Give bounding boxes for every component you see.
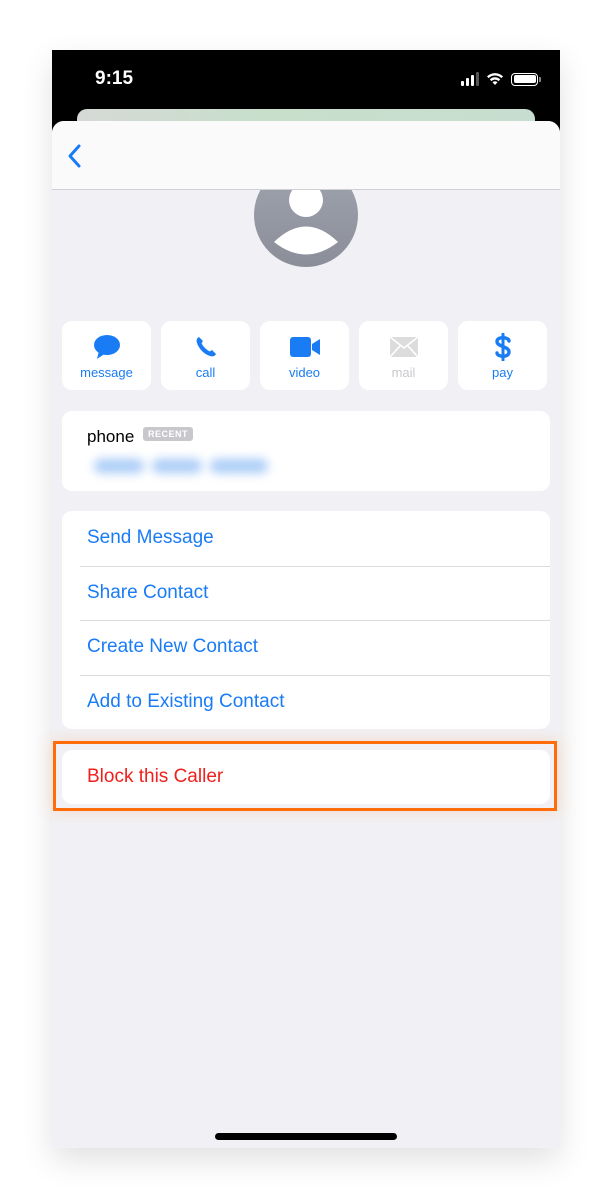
pay-label: pay [492,365,513,380]
phone-screen: 9:15 message call video mail pay phone R… [52,50,560,1148]
home-indicator[interactable] [215,1133,397,1140]
highlight-box [53,741,557,811]
message-label: message [80,365,133,380]
status-icons [461,72,541,86]
share-contact-option[interactable]: Share Contact [62,565,550,621]
create-new-contact-option[interactable]: Create New Contact [62,620,550,675]
phone-number-redacted[interactable] [80,449,276,485]
video-action-button[interactable]: video [260,321,349,390]
video-camera-icon [289,337,320,357]
chevron-left-icon [68,144,81,168]
send-message-option[interactable]: Send Message [62,511,550,566]
video-label: video [288,365,321,380]
back-button[interactable] [64,141,86,171]
pay-action-button[interactable]: pay [458,321,547,390]
message-bubble-icon [93,335,120,359]
wifi-icon [487,73,503,85]
phone-label: phone [87,427,135,446]
recent-badge: RECENT [143,427,194,441]
mail-label: mail [391,365,416,380]
navigation-bar [52,121,560,190]
call-action-button[interactable]: call [161,321,250,390]
status-time: 9:15 [95,68,134,89]
envelope-icon [389,337,418,357]
phone-number-card[interactable]: phone RECENT [62,411,550,491]
contact-sheet: message call video mail pay phone RECENT… [52,121,560,1148]
dollar-icon [494,333,511,361]
quick-actions: message call video mail pay [62,321,550,390]
call-label: call [195,365,216,380]
mail-action-button[interactable]: mail [359,321,448,390]
cellular-signal-icon [461,72,479,86]
message-action-button[interactable]: message [62,321,151,390]
add-to-existing-contact-option[interactable]: Add to Existing Contact [62,674,550,730]
options-list: Send Message Share Contact Create New Co… [62,511,550,729]
phone-icon [196,337,216,357]
battery-icon [511,72,541,86]
